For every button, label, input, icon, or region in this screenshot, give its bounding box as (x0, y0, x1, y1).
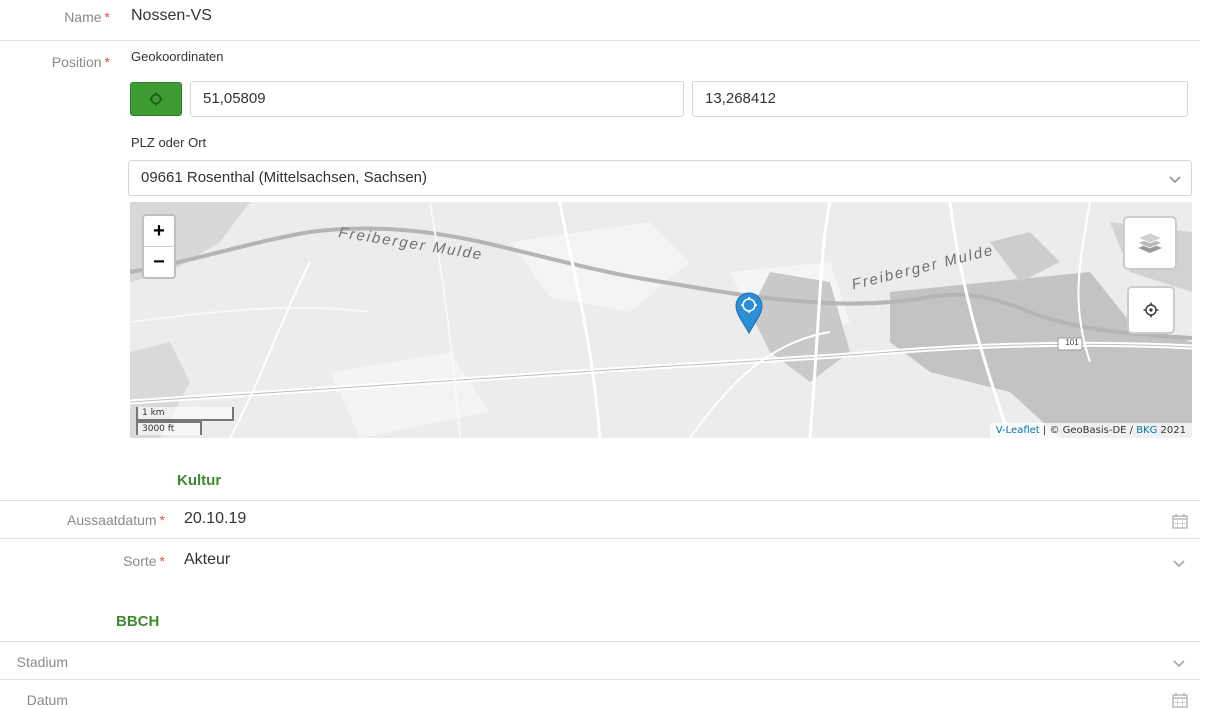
latitude-input[interactable]: 51,05809 (190, 81, 684, 117)
scale-km: 1 km (136, 407, 234, 421)
divider (0, 641, 1200, 642)
plz-select[interactable]: 09661 Rosenthal (Mittelsachsen, Sachsen) (128, 160, 1192, 196)
attribution-link-bkg[interactable]: BKG (1136, 425, 1157, 436)
aussaatdatum-label: Aussaatdatum * (67, 512, 165, 528)
zoom-out-button[interactable]: − (144, 246, 174, 277)
name-value[interactable]: Nossen-VS (131, 7, 212, 25)
aussaatdatum-input[interactable]: 20.10.19 (184, 510, 246, 528)
chevron-down-icon[interactable] (1172, 556, 1186, 570)
crosshair-icon (1143, 302, 1159, 318)
zoom-control: + − (142, 214, 176, 279)
sorte-select[interactable]: Akteur (184, 551, 230, 569)
stadium-label: Stadium (16, 654, 68, 670)
map-attribution: V-Leaflet | © GeoBasis-DE / BKG 2021 (989, 423, 1192, 438)
name-label: Name * (64, 9, 110, 25)
plz-label: PLZ oder Ort (131, 135, 207, 150)
map-marker-icon[interactable] (735, 292, 763, 334)
divider (0, 40, 1200, 41)
divider (0, 500, 1200, 501)
scale-ft: 3000 ft (136, 421, 202, 435)
map-locate-button[interactable] (1127, 286, 1175, 334)
map[interactable]: Freiberger Mulde Freiberger Mulde 101 + … (130, 202, 1192, 438)
map-tiles (130, 202, 1192, 438)
kultur-section-title: Kultur (177, 472, 222, 489)
layers-icon (1137, 232, 1163, 253)
chevron-down-icon[interactable] (1172, 656, 1186, 670)
calendar-icon[interactable] (1172, 692, 1188, 708)
layers-button[interactable] (1123, 216, 1177, 270)
chevron-down-icon (1169, 176, 1181, 184)
road-number-label: 101 (1065, 338, 1079, 347)
zoom-in-button[interactable]: + (144, 216, 174, 246)
plz-select-value: 09661 Rosenthal (Mittelsachsen, Sachsen) (141, 169, 427, 186)
map-scale: 1 km 3000 ft (136, 407, 234, 435)
bbch-section-title: BBCH (116, 613, 160, 630)
attribution-link-vleaflet[interactable]: V-Leaflet (996, 425, 1040, 436)
datum-label: Datum (26, 692, 68, 708)
sorte-label: Sorte * (123, 553, 165, 569)
locate-button[interactable] (130, 82, 182, 116)
crosshair-icon (149, 92, 163, 106)
divider (0, 538, 1200, 539)
geokoordinaten-label: Geokoordinaten (131, 49, 224, 64)
divider (0, 679, 1200, 680)
position-label: Position * (51, 54, 110, 70)
longitude-input[interactable]: 13,268412 (692, 81, 1188, 117)
calendar-icon[interactable] (1172, 513, 1188, 529)
